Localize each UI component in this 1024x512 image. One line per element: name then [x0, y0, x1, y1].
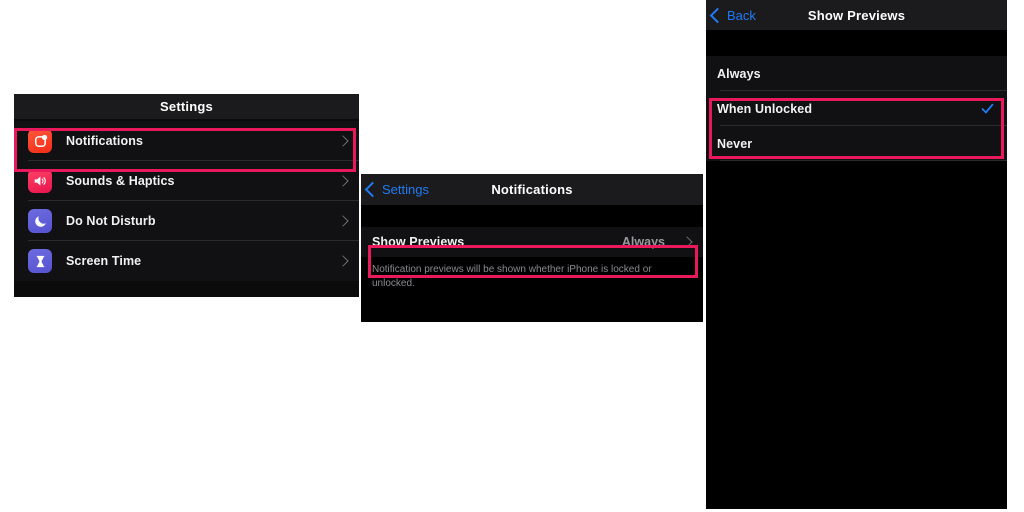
checkmark-icon — [980, 101, 995, 116]
sidebar-item-do-not-disturb[interactable]: Do Not Disturb — [14, 201, 359, 241]
chevron-left-icon — [364, 181, 381, 198]
empty-list-area — [706, 161, 1007, 509]
sidebar-item-label: Do Not Disturb — [66, 214, 156, 228]
sidebar-item-label: Screen Time — [66, 254, 142, 268]
chevron-left-icon — [709, 7, 726, 23]
list-item-label: Show Previews — [372, 235, 465, 249]
page-title: Notifications — [491, 182, 573, 197]
notifications-navbar: Settings Notifications — [361, 174, 703, 205]
option-label: Always — [717, 66, 761, 81]
notifications-icon — [28, 129, 52, 153]
notifications-screen: Settings Notifications Show Previews Alw… — [361, 174, 703, 322]
page-title: Settings — [160, 99, 213, 114]
back-button[interactable]: Back — [709, 0, 756, 30]
back-button-label: Settings — [382, 182, 429, 197]
footer-note: Notification previews will be shown whet… — [372, 264, 652, 289]
chevron-right-icon — [337, 255, 349, 267]
list-top-gap — [706, 30, 1007, 56]
chevron-right-icon — [337, 215, 349, 227]
option-always[interactable]: Always — [706, 56, 1007, 91]
settings-navbar: Settings — [14, 94, 359, 119]
option-never[interactable]: Never — [706, 126, 1007, 161]
option-label: When Unlocked — [717, 101, 813, 116]
option-label: Never — [717, 136, 753, 151]
sidebar-item-sounds-haptics[interactable]: Sounds & Haptics — [14, 161, 359, 201]
list-item-value: Always — [621, 235, 665, 249]
previews-navbar: Back Show Previews — [706, 0, 1007, 30]
list-item-show-previews[interactable]: Show Previews Always — [361, 227, 703, 257]
do-not-disturb-icon — [28, 209, 52, 233]
show-previews-screen: Back Show Previews Always When Unlocked … — [706, 0, 1007, 509]
settings-screen: Settings Notifications Sounds & Haptics … — [14, 94, 359, 297]
screen-time-icon — [28, 249, 52, 273]
settings-list: Notifications Sounds & Haptics Do Not Di… — [14, 121, 359, 281]
sidebar-item-screen-time[interactable]: Screen Time — [14, 241, 359, 281]
sounds-icon — [28, 169, 52, 193]
list-top-gap — [361, 205, 703, 227]
sidebar-item-notifications[interactable]: Notifications — [14, 121, 359, 161]
back-button-label: Back — [727, 7, 756, 23]
page-title: Show Previews — [807, 7, 906, 23]
back-button[interactable]: Settings — [364, 174, 429, 205]
chevron-right-icon — [337, 135, 349, 147]
option-when-unlocked[interactable]: When Unlocked — [706, 91, 1007, 126]
chevron-right-icon — [681, 236, 693, 248]
sidebar-item-label: Sounds & Haptics — [66, 174, 175, 188]
sidebar-item-label: Notifications — [66, 134, 143, 148]
chevron-right-icon — [337, 175, 349, 187]
